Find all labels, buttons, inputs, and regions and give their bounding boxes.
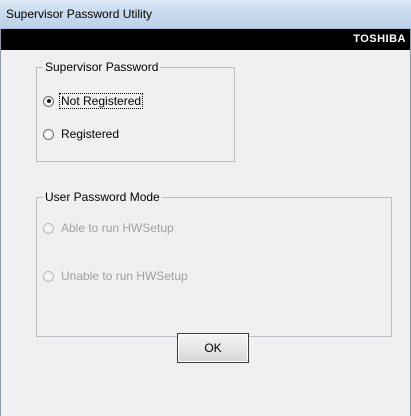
supervisor-password-group: Supervisor Password Not Registered Regis… (36, 60, 235, 162)
supervisor-password-group-label: Supervisor Password (43, 60, 161, 74)
not-registered-radio[interactable]: Not Registered (43, 93, 144, 109)
title-bar[interactable]: Supervisor Password Utility (0, 0, 411, 29)
radio-checked-indicator[interactable] (43, 95, 54, 107)
not-registered-label[interactable]: Not Registered (58, 93, 144, 109)
radio-disabled-indicator[interactable] (43, 270, 54, 282)
user-password-mode-group: User Password Mode Able to run HWSetup U… (36, 190, 392, 337)
window-title: Supervisor Password Utility (6, 7, 153, 21)
registered-label[interactable]: Registered (60, 127, 120, 141)
unable-to-run-hwsetup-label[interactable]: Unable to run HWSetup (60, 269, 189, 283)
radio-disabled-indicator[interactable] (43, 222, 54, 234)
brand-bar: TOSHIBA (1, 29, 410, 50)
able-to-run-hwsetup-label[interactable]: Able to run HWSetup (60, 221, 175, 235)
dialog-client-area: TOSHIBA Supervisor Password Not Register… (0, 29, 411, 416)
radio-unchecked-indicator[interactable] (43, 128, 54, 140)
user-password-mode-group-label: User Password Mode (43, 190, 162, 204)
able-to-run-hwsetup-radio[interactable]: Able to run HWSetup (43, 221, 175, 235)
toshiba-logo: TOSHIBA (353, 33, 406, 45)
unable-to-run-hwsetup-radio[interactable]: Unable to run HWSetup (43, 269, 189, 283)
registered-radio[interactable]: Registered (43, 127, 120, 141)
ok-button[interactable]: OK (177, 333, 249, 363)
dialog-window: Supervisor Password Utility TOSHIBA Supe… (0, 0, 411, 416)
